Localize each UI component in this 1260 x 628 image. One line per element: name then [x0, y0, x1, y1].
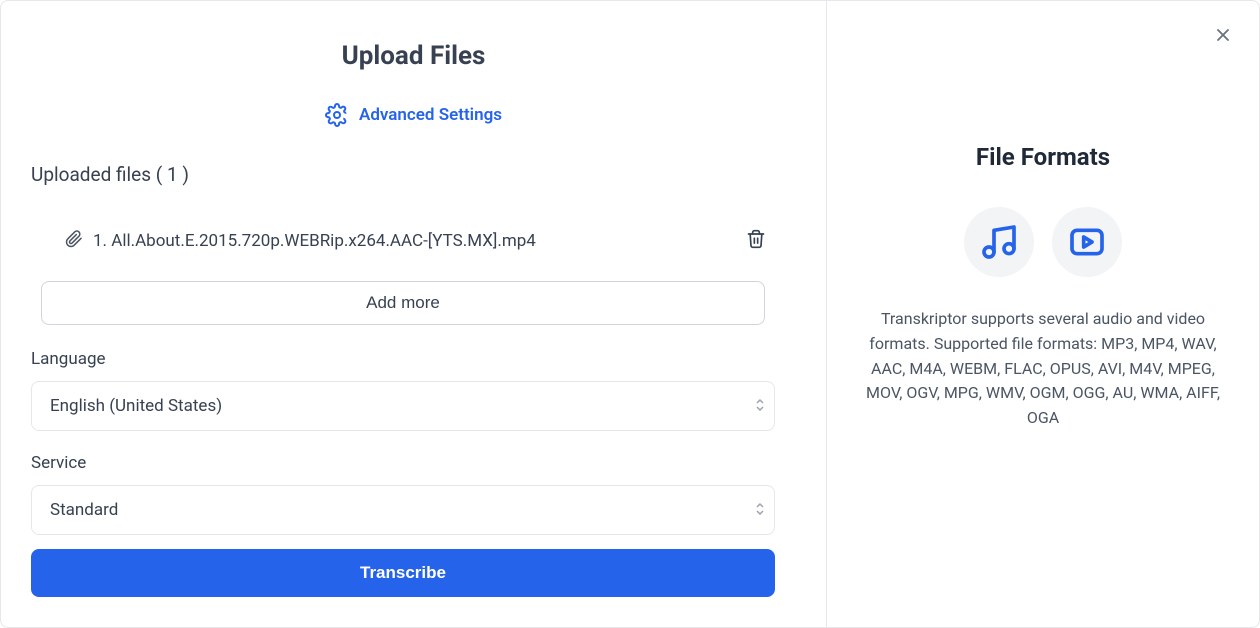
file-name: 1. All.About.E.2015.720p.WEBRip.x264.AAC… — [93, 231, 536, 251]
service-label: Service — [31, 453, 796, 473]
transcribe-button[interactable]: Transcribe — [31, 549, 775, 597]
file-formats-title: File Formats — [857, 143, 1229, 171]
trash-icon — [746, 229, 766, 249]
upload-panel: Upload Files Advanced Settings Uploaded … — [1, 1, 827, 627]
gear-icon — [325, 103, 349, 127]
service-select-wrapper: Standard — [31, 485, 796, 535]
upload-dialog: Upload Files Advanced Settings Uploaded … — [0, 0, 1260, 628]
paperclip-icon — [65, 230, 83, 252]
video-play-icon — [1067, 222, 1107, 262]
close-icon — [1213, 25, 1233, 45]
file-info: 1. All.About.E.2015.720p.WEBRip.x264.AAC… — [65, 230, 536, 252]
language-label: Language — [31, 349, 796, 369]
add-more-button[interactable]: Add more — [41, 281, 765, 325]
page-title: Upload Files — [31, 41, 796, 71]
close-button[interactable] — [1213, 25, 1233, 49]
delete-file-button[interactable] — [741, 224, 786, 257]
format-icons — [857, 207, 1229, 277]
advanced-settings-button[interactable]: Advanced Settings — [31, 103, 796, 127]
language-select-wrapper: English (United States) — [31, 381, 796, 431]
advanced-settings-label: Advanced Settings — [359, 105, 502, 125]
service-select[interactable]: Standard — [31, 485, 775, 535]
uploaded-files-label: Uploaded files ( 1 ) — [31, 163, 796, 186]
audio-format-icon-circle — [964, 207, 1034, 277]
uploaded-file-row: 1. All.About.E.2015.720p.WEBRip.x264.AAC… — [31, 214, 796, 267]
video-format-icon-circle — [1052, 207, 1122, 277]
music-note-icon — [979, 222, 1019, 262]
language-select[interactable]: English (United States) — [31, 381, 775, 431]
formats-description: Transkriptor supports several audio and … — [857, 307, 1229, 431]
file-formats-panel: File Formats Transkriptor supports sever… — [827, 1, 1259, 627]
